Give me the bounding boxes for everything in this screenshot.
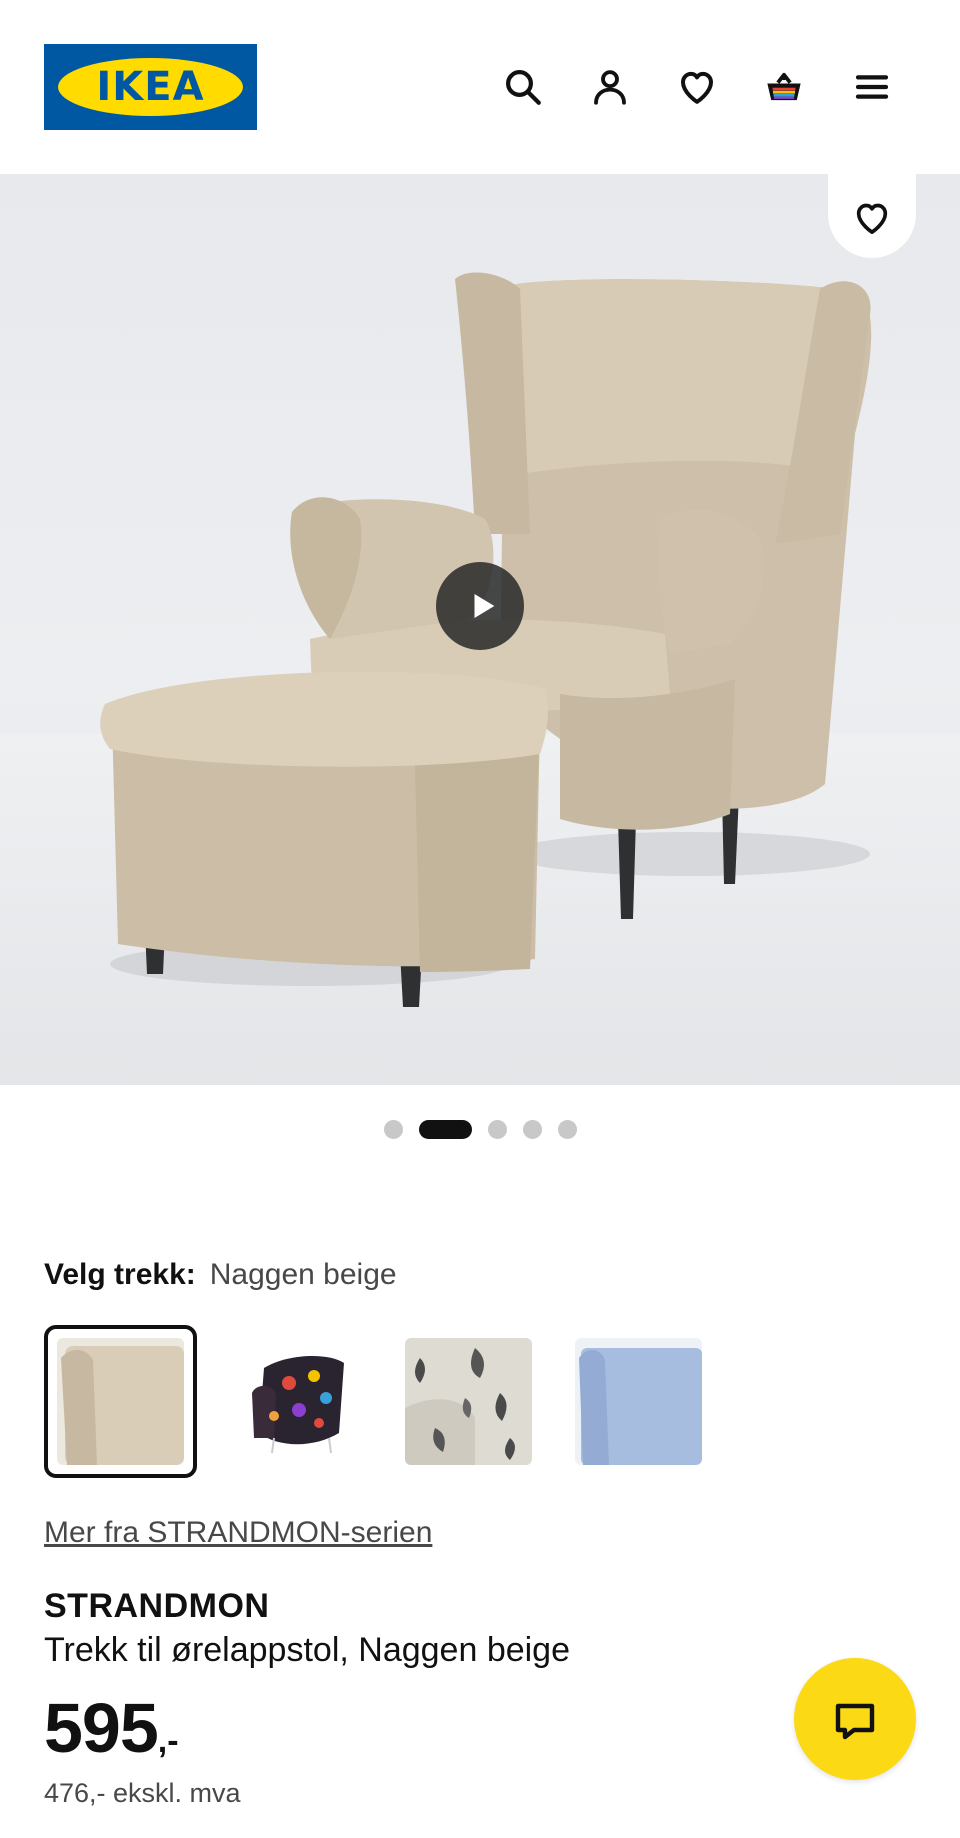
variant-selector-label: Velg trekk: Naggen beige xyxy=(44,1255,397,1295)
price-integer: 595 xyxy=(44,1689,159,1767)
thumb-image xyxy=(234,1338,361,1465)
image-favourite-button[interactable] xyxy=(828,174,916,258)
logo-text: IKEA xyxy=(96,64,205,110)
carousel-dot[interactable] xyxy=(557,1119,577,1139)
product-image-carousel[interactable] xyxy=(0,174,960,1085)
header: IKEA xyxy=(0,0,960,174)
search-icon[interactable] xyxy=(495,59,551,115)
heart-icon xyxy=(856,203,888,235)
price-decimal: ,- xyxy=(157,1722,179,1760)
carousel-dot[interactable] xyxy=(487,1119,507,1139)
ikea-logo[interactable]: IKEA xyxy=(44,44,257,130)
variant-thumb-floral[interactable] xyxy=(221,1325,374,1478)
thumb-image xyxy=(405,1338,532,1465)
thumb-image xyxy=(575,1338,702,1465)
price: 595,- xyxy=(44,1688,179,1768)
product-description: Trekk til ørelappstol, Naggen beige xyxy=(44,1631,571,1669)
play-video-button[interactable] xyxy=(436,562,524,650)
chat-icon xyxy=(835,1703,875,1740)
variant-thumbnails xyxy=(44,1325,744,1478)
variant-label: Velg trekk: xyxy=(44,1258,196,1291)
variant-thumb-grey-pattern[interactable] xyxy=(392,1325,545,1478)
cart-icon[interactable] xyxy=(756,59,812,115)
account-icon[interactable] xyxy=(582,59,638,115)
variant-thumb-light-blue[interactable] xyxy=(562,1325,715,1478)
menu-icon[interactable] xyxy=(844,59,900,115)
carousel-dot[interactable] xyxy=(522,1119,542,1139)
product-name: STRANDMON xyxy=(44,1587,270,1625)
variant-thumb-naggen-beige[interactable] xyxy=(44,1325,197,1478)
chat-button[interactable] xyxy=(794,1658,916,1780)
series-link[interactable]: Mer fra STRANDMON-serien xyxy=(44,1513,432,1553)
variant-selected-value: Naggen beige xyxy=(209,1258,397,1291)
carousel-dot-active[interactable] xyxy=(418,1119,472,1139)
thumb-image xyxy=(57,1338,184,1465)
favourites-icon[interactable] xyxy=(669,59,725,115)
carousel-dot[interactable] xyxy=(383,1119,403,1139)
price-excl-vat: 476,- ekskl. mva xyxy=(44,1778,241,1808)
carousel-pagination xyxy=(0,1119,960,1139)
play-icon xyxy=(474,593,495,619)
